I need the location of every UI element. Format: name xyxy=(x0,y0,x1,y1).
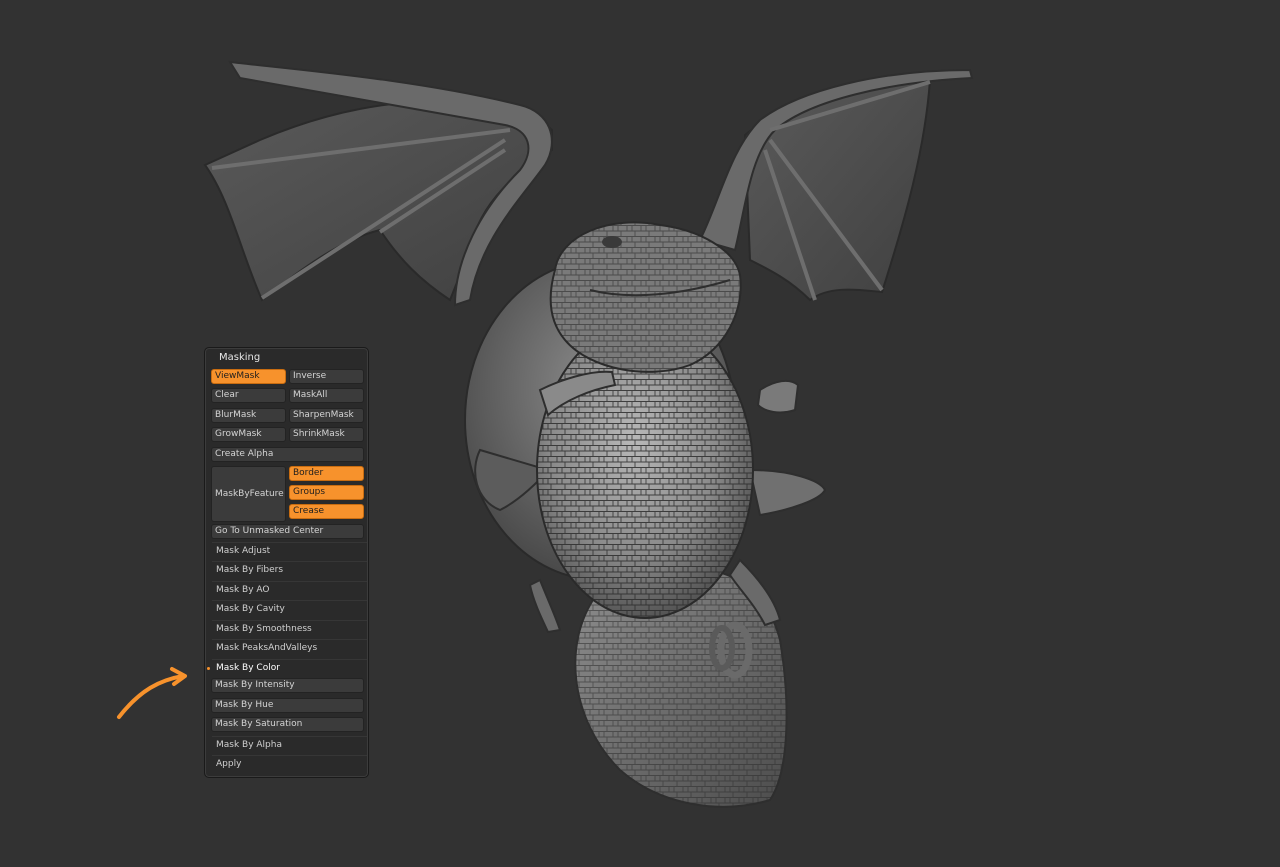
panel-title: Masking xyxy=(219,352,261,363)
sharpen-mask-button[interactable]: SharpenMask xyxy=(289,408,364,423)
groups-toggle[interactable]: Groups xyxy=(289,485,364,500)
mask-by-smoothness-item[interactable]: Mask By Smoothness xyxy=(212,620,367,638)
apply-item[interactable]: Apply xyxy=(212,755,367,773)
shrink-mask-button[interactable]: ShrinkMask xyxy=(289,427,364,442)
border-toggle[interactable]: Border xyxy=(289,466,364,481)
crease-toggle[interactable]: Crease xyxy=(289,504,364,519)
masking-panel: Masking ViewMask Inverse Clear MaskAll B… xyxy=(204,347,369,778)
mask-by-feature-button[interactable]: MaskByFeature xyxy=(211,466,286,522)
mask-peaks-and-valleys-item[interactable]: Mask PeaksAndValleys xyxy=(212,639,367,657)
inverse-button[interactable]: Inverse xyxy=(289,369,364,384)
blur-mask-button[interactable]: BlurMask xyxy=(211,408,286,423)
clear-button[interactable]: Clear xyxy=(211,388,286,403)
grow-mask-button[interactable]: GrowMask xyxy=(211,427,286,442)
mask-by-color-label: Mask By Color xyxy=(216,663,280,673)
mask-by-cavity-item[interactable]: Mask By Cavity xyxy=(212,600,367,618)
mask-by-fibers-item[interactable]: Mask By Fibers xyxy=(212,561,367,579)
mask-by-color-item[interactable]: Mask By Color xyxy=(207,659,367,677)
3d-viewport[interactable] xyxy=(0,0,1280,867)
mask-by-saturation-button[interactable]: Mask By Saturation xyxy=(211,717,364,732)
mask-by-intensity-button[interactable]: Mask By Intensity xyxy=(211,678,364,693)
view-mask-button[interactable]: ViewMask xyxy=(211,369,286,384)
active-dot-icon xyxy=(207,667,210,670)
mask-by-alpha-item[interactable]: Mask By Alpha xyxy=(212,736,367,754)
mask-all-button[interactable]: MaskAll xyxy=(289,388,364,403)
create-alpha-button[interactable]: Create Alpha xyxy=(211,447,364,462)
go-to-unmasked-center-button[interactable]: Go To Unmasked Center xyxy=(211,524,364,539)
mask-by-hue-button[interactable]: Mask By Hue xyxy=(211,698,364,713)
mask-adjust-item[interactable]: Mask Adjust xyxy=(212,542,367,560)
mask-by-ao-item[interactable]: Mask By AO xyxy=(212,581,367,599)
